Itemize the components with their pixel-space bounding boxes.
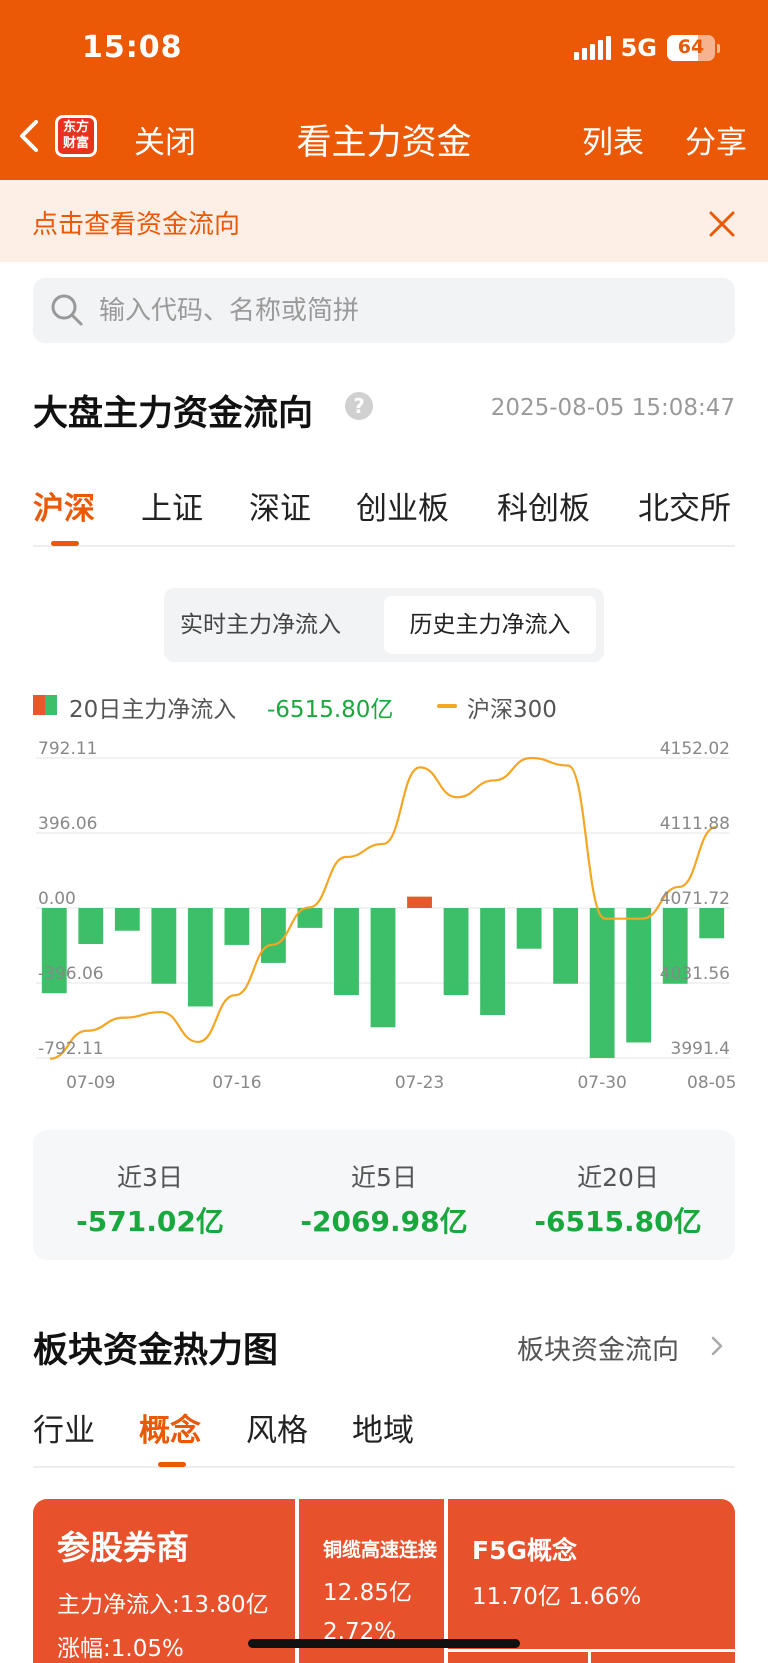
legend-line-swatch xyxy=(437,704,457,708)
tile-inflow: 11.70亿 1.66% xyxy=(472,1584,642,1610)
tab-star-market[interactable]: 科创板 xyxy=(497,483,590,528)
y-left-tick-label: -396.06 xyxy=(38,964,104,984)
x-tick-label: 08-05 xyxy=(687,1073,736,1093)
legend-index-label: 沪深300 xyxy=(467,697,557,723)
sector-flow-link[interactable]: 板块资金流向 xyxy=(517,1328,679,1367)
tile-inflow: 主力净流入:13.80亿 xyxy=(57,1592,269,1618)
tab-shenzhen[interactable]: 深证 xyxy=(249,483,311,528)
chart-bar xyxy=(443,908,469,996)
status-time: 15:08 xyxy=(82,30,183,65)
chart-bar xyxy=(114,908,140,931)
y-right-tick-label: 4071.72 xyxy=(660,889,730,909)
list-button[interactable]: 列表 xyxy=(582,117,644,162)
y-right-tick-label: 4111.88 xyxy=(660,814,730,834)
tab-divider xyxy=(33,545,735,547)
chart-bar xyxy=(699,908,725,939)
tab-region[interactable]: 地域 xyxy=(352,1405,414,1450)
chevron-right-icon[interactable] xyxy=(708,1333,726,1359)
chart-bar xyxy=(626,908,652,1043)
toggle-history[interactable]: 历史主力净流入 xyxy=(384,596,596,654)
banner-text: 点击查看资金流向 xyxy=(32,210,241,240)
tab-style[interactable]: 风格 xyxy=(246,1405,308,1450)
x-tick-label: 07-16 xyxy=(212,1073,261,1093)
notice-banner[interactable]: 点击查看资金流向 xyxy=(0,180,768,262)
chart-bar xyxy=(224,908,250,945)
flow-mode-toggle: 实时主力净流入 历史主力净流入 xyxy=(164,588,604,662)
battery-percent: 64 xyxy=(677,36,705,58)
tab-hushen[interactable]: 沪深 xyxy=(33,483,95,528)
tab-chinext[interactable]: 创业板 xyxy=(356,483,449,528)
tab-industry[interactable]: 行业 xyxy=(33,1405,95,1450)
y-left-tick-label: 792.11 xyxy=(38,739,97,759)
stat-value: -2069.98亿 xyxy=(300,1205,468,1238)
section-title-sector-heatmap: 板块资金热力图 xyxy=(33,1331,279,1371)
page-title: 看主力资金 xyxy=(296,123,472,163)
x-tick-label: 07-30 xyxy=(577,1073,626,1093)
y-left-tick-label: 396.06 xyxy=(38,814,97,834)
chart-bar xyxy=(407,896,432,908)
update-datetime: 2025-08-05 15:08:47 xyxy=(490,395,735,421)
x-tick-label: 07-23 xyxy=(395,1073,444,1093)
active-tab-indicator xyxy=(158,1462,186,1467)
chart-bar xyxy=(334,908,359,996)
x-tick-label: 07-09 xyxy=(66,1073,115,1093)
chart-bar xyxy=(589,908,615,1058)
stat-value: -6515.80亿 xyxy=(534,1205,702,1238)
legend-flow-label: 20日主力净流入 xyxy=(69,697,237,723)
battery-icon: 64 xyxy=(667,35,720,61)
y-left-tick-label: 0.00 xyxy=(38,889,76,909)
tile-inflow: 12.85亿 xyxy=(323,1580,412,1606)
heatmap-tile[interactable] xyxy=(448,1652,588,1663)
close-icon[interactable] xyxy=(707,209,737,239)
search-icon xyxy=(51,294,83,326)
stat-label: 近3日 xyxy=(117,1163,183,1192)
tab-beijing-exchange[interactable]: 北交所 xyxy=(638,483,731,528)
y-right-tick-label: 4031.56 xyxy=(660,964,730,984)
tab-divider xyxy=(33,1466,735,1468)
tile-name: 铜缆高速连接 xyxy=(323,1539,438,1561)
legend-outflow-swatch xyxy=(45,695,57,715)
tile-change: 涨幅:1.05% xyxy=(57,1636,184,1662)
chart-bar xyxy=(78,908,104,944)
y-right-tick-label: 3991.4 xyxy=(671,1039,730,1059)
flow-summary-card: 近3日 -571.02亿 近5日 -2069.98亿 近20日 -6515.80… xyxy=(33,1130,735,1260)
cellular-signal-icon xyxy=(573,36,611,60)
y-left-tick-label: -792.11 xyxy=(38,1039,104,1059)
legend-flow-value: -6515.80亿 xyxy=(267,697,394,723)
capital-flow-chart[interactable]: 792.11 396.06 0.00 -396.06 -792.11 4152.02 411… xyxy=(0,730,768,1100)
legend-inflow-swatch xyxy=(33,695,45,715)
chart-bar xyxy=(261,908,286,963)
chart-bar xyxy=(516,908,542,949)
toggle-realtime[interactable]: 实时主力净流入 xyxy=(180,588,341,662)
tab-concept[interactable]: 概念 xyxy=(139,1405,201,1450)
network-type: 5G xyxy=(620,34,657,62)
stat-value: -571.02亿 xyxy=(76,1205,224,1238)
tile-name: F5G概念 xyxy=(472,1536,577,1565)
home-indicator xyxy=(248,1639,520,1648)
share-button[interactable]: 分享 xyxy=(685,117,747,162)
chart-bar xyxy=(480,908,505,1015)
tile-name: 参股券商 xyxy=(57,1528,189,1567)
search-input[interactable] xyxy=(99,278,719,343)
help-icon[interactable]: ? xyxy=(345,392,373,420)
section-title-market-flow: 大盘主力资金流向 xyxy=(33,394,314,434)
active-tab-indicator xyxy=(51,541,79,546)
chart-bar xyxy=(187,908,213,1007)
search-box[interactable] xyxy=(33,278,735,343)
chart-bar xyxy=(370,908,396,1028)
stat-label: 近20日 xyxy=(577,1163,659,1192)
status-indicators: 5G 64 xyxy=(573,34,720,62)
chart-bar xyxy=(151,908,177,984)
heatmap-tile[interactable]: F5G概念 11.70亿 1.66% xyxy=(448,1499,735,1649)
stat-label: 近5日 xyxy=(351,1163,417,1192)
y-right-tick-label: 4152.02 xyxy=(660,739,730,759)
chart-bar xyxy=(553,908,579,984)
tab-shanghai[interactable]: 上证 xyxy=(141,483,203,528)
heatmap-tile[interactable] xyxy=(591,1652,735,1663)
